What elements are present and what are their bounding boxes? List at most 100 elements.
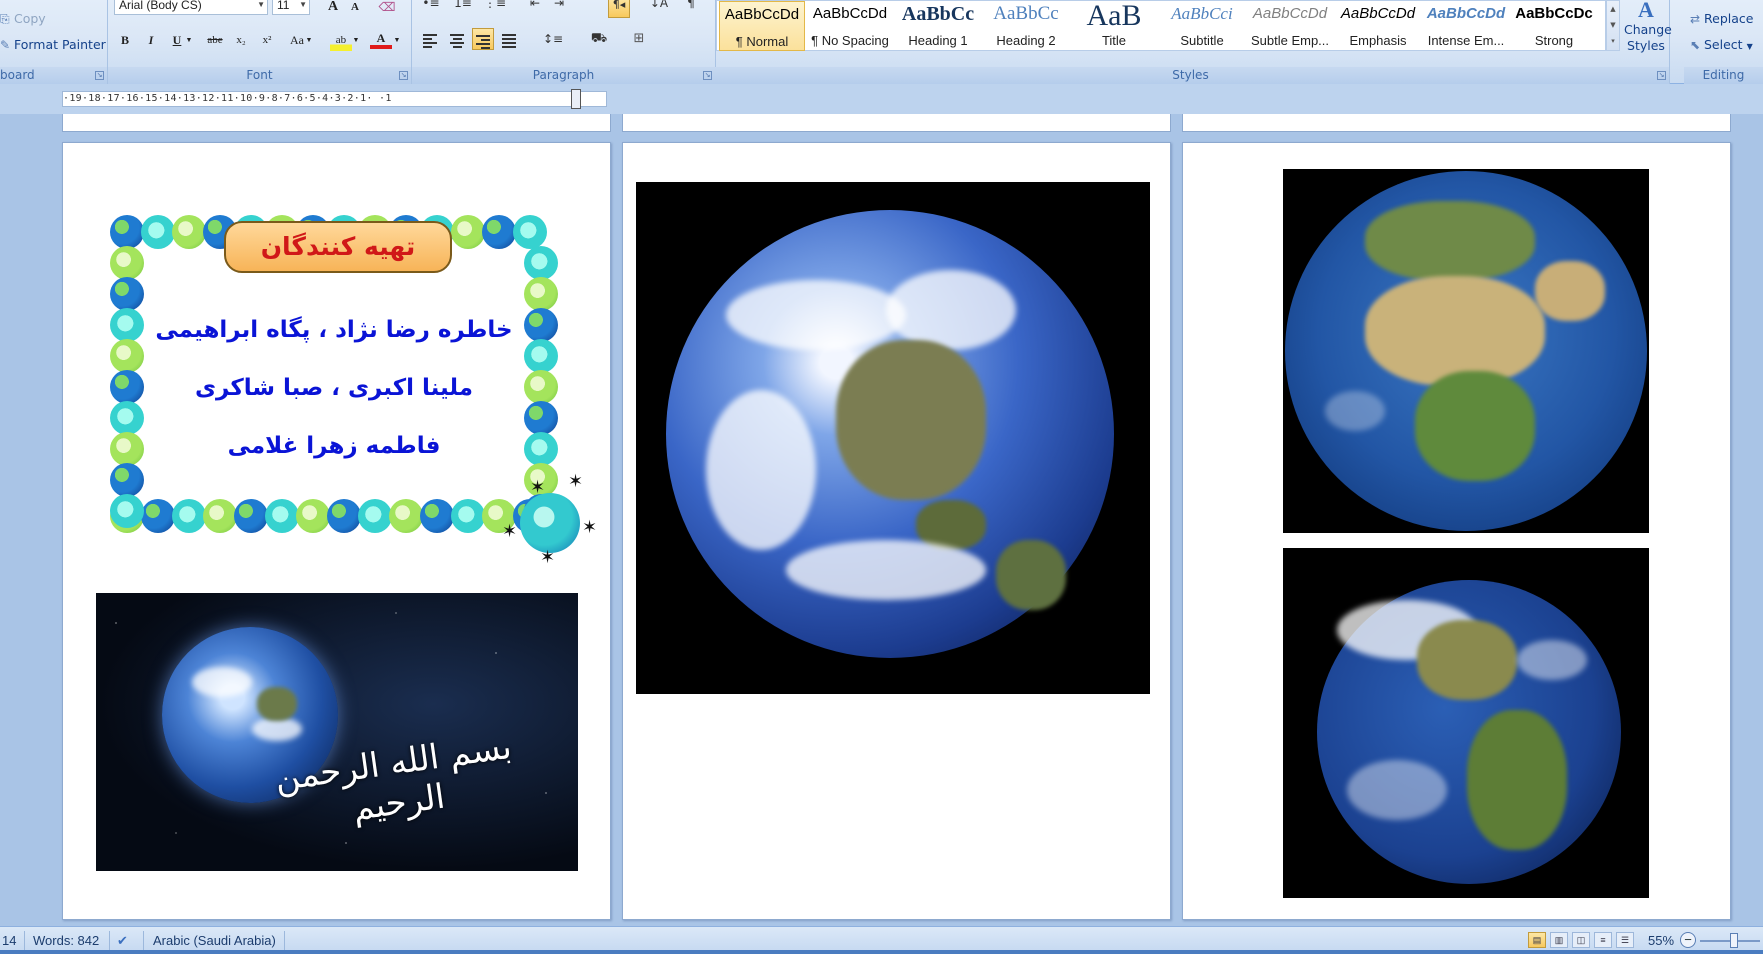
globe-bead [234,499,268,533]
landmass [1467,710,1567,850]
font-color-dropdown[interactable]: ▼ [392,29,402,51]
rtl-button[interactable]: ¶◂ [608,0,630,18]
style-intense-emphasis[interactable]: AaBbCcDd Intense Em... [1423,1,1509,51]
style-subtitle[interactable]: AaBbCci Subtitle [1159,1,1245,51]
grow-font-button[interactable]: A [322,0,344,18]
globe-bead [451,215,485,249]
full-screen-reading-view-button[interactable]: ▥ [1550,932,1568,948]
style-strong[interactable]: AaBbCcDc Strong [1511,1,1597,51]
style-subtle-emphasis[interactable]: AaBbCcDd Subtle Emp... [1247,1,1333,51]
align-center-icon [446,34,468,48]
paragraph-dialog-launcher[interactable]: ↘ [703,71,712,80]
print-layout-view-button[interactable]: ▤ [1528,932,1546,948]
underline-dropdown[interactable]: ▼ [184,29,194,51]
format-painter-button[interactable]: ✎ Format Painter [0,37,106,52]
globe-bead [524,339,558,373]
zoom-out-button[interactable]: − [1680,932,1696,948]
decrease-indent-button[interactable]: ⇤ [524,0,546,18]
font-size-combo[interactable]: 11 ▼ [272,0,310,15]
page-earth-large[interactable] [622,142,1171,920]
bullets-button[interactable]: •≡ [420,0,442,18]
superscript-button[interactable]: x² [256,29,278,51]
style-normal[interactable]: AaBbCcDd ¶ Normal [719,1,805,51]
cloud [886,270,1016,350]
language-indicator[interactable]: Arabic (Saudi Arabia) [153,933,276,948]
page-indicator[interactable]: 14 [2,933,16,948]
word-count[interactable]: Words: 842 [33,933,99,948]
italic-button[interactable]: I [140,29,162,51]
align-right-icon [473,35,493,49]
style-emphasis[interactable]: AaBbCcDd Emphasis [1335,1,1421,51]
styles-dialog-launcher[interactable]: ↘ [1657,71,1666,80]
bismillah-earth-image[interactable]: بسم الله الرحمن الرحیم [96,593,578,871]
horizontal-ruler[interactable]: ·19·18·17·16·15·14·13·12·11·10·9·8·7·6·5… [62,91,607,107]
proofing-icon[interactable]: ✔ [117,933,128,949]
replace-button[interactable]: ⇄ Replace [1690,11,1753,26]
earth-north-america-image[interactable] [636,182,1150,694]
cloud [192,667,252,697]
change-case-dropdown[interactable]: ▼ [304,29,314,51]
justify-button[interactable] [498,28,520,50]
credit-line-1: خاطره رضا نژاد ، پگاه ابراهیمی [155,317,513,343]
style-no-spacing[interactable]: AaBbCcDd ¶ No Spacing [807,1,893,51]
landmass [1415,371,1535,481]
style-heading-1[interactable]: AaBbCc Heading 1 [895,1,981,51]
more-icon[interactable]: ▾ [1607,33,1619,49]
style-gallery-scroll[interactable]: ▲ ▼ ▾ [1606,0,1620,51]
style-heading-2[interactable]: AaBbCc Heading 2 [983,1,1069,51]
change-styles-button[interactable]: A Change Styles [1622,0,1672,64]
align-center-button[interactable] [446,28,468,50]
style-title[interactable]: AaB Title [1071,1,1157,51]
indent-marker[interactable] [571,89,581,109]
sort-button[interactable]: ↓A [648,0,670,18]
select-button[interactable]: ⬉ Select ▼ [1690,37,1753,52]
earth-south-america-image[interactable] [1283,548,1649,898]
shrink-font-button[interactable]: A [344,0,366,18]
multilevel-list-button[interactable]: ⋮≡ [484,0,506,18]
increase-indent-button[interactable]: ⇥ [548,0,570,18]
font-dialog-launcher[interactable]: ↘ [399,71,408,80]
show-marks-button[interactable]: ¶ [680,0,702,18]
globe-bead [110,215,144,249]
font-name-combo[interactable]: Arial (Body CS) ▼ [114,0,268,15]
page-credits[interactable]: خاطره رضا نژاد ، پگاه ابراهیمی ملینا اکب… [62,142,611,920]
bold-button[interactable]: B [114,29,136,51]
web-layout-view-button[interactable]: ◫ [1572,932,1590,948]
font-group-label: Font [108,67,411,84]
zoom-slider-thumb[interactable] [1730,933,1738,948]
borders-icon: ⊞ [633,31,645,46]
clear-formatting-button[interactable]: ⌫ [376,0,398,18]
font-color-button[interactable]: A [370,29,392,49]
line-spacing-button[interactable]: ↕≡ [542,28,564,50]
copy-button[interactable]: ⎘ Copy [0,11,46,27]
divider [24,931,25,950]
lizard-icon: ✶ [568,471,584,492]
document-canvas[interactable]: خاطره رضا نژاد ، پگاه ابراهیمی ملینا اکب… [0,114,1763,926]
page-earth-pair[interactable] [1182,142,1731,920]
shading-button[interactable]: ⛟ [588,28,610,50]
align-left-button[interactable] [420,28,442,50]
highlight-button[interactable]: ab [330,29,352,51]
globe-bead [141,215,175,249]
cloud [1517,640,1587,680]
numbering-button[interactable]: 1≡ [452,0,474,18]
strikethrough-button[interactable]: abe [202,29,228,51]
subscript-button[interactable]: x₂ [230,29,252,51]
draft-view-button[interactable]: ☰ [1616,932,1634,948]
outline-view-button[interactable]: ≡ [1594,932,1612,948]
earth-africa-image[interactable] [1283,169,1649,533]
zoom-level[interactable]: 55% [1648,933,1674,948]
page-stub [622,114,1171,132]
align-right-button[interactable] [472,28,494,50]
clipboard-dialog-launcher[interactable]: ↘ [95,71,104,80]
highlight-dropdown[interactable]: ▼ [351,29,361,51]
chevron-down-icon[interactable]: ▼ [1607,17,1619,33]
globe-bead [513,215,547,249]
borders-button[interactable]: ⊞ [628,28,650,50]
credits-title: تهیه کنندگان [224,221,452,273]
chevron-down-icon: ▼ [257,0,265,9]
globe-bead [110,246,144,280]
chevron-up-icon[interactable]: ▲ [1607,1,1619,17]
globe-bead [110,308,144,342]
landmass [1417,620,1517,700]
